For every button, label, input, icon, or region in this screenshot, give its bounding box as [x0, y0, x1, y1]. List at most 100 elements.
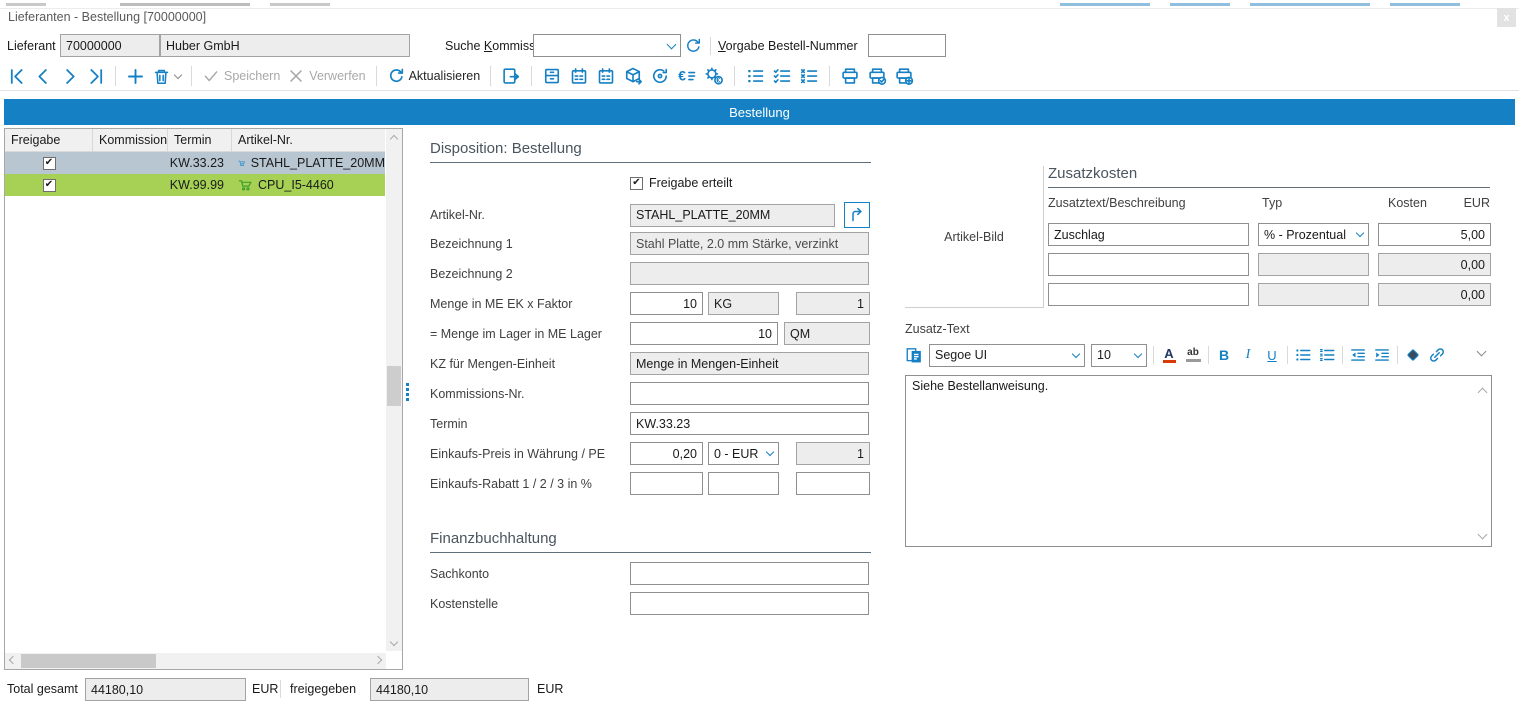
- add-position-button[interactable]: [126, 67, 145, 86]
- kommissions-nr-field[interactable]: [630, 382, 869, 405]
- kosten-field[interactable]: 0,00: [1378, 283, 1491, 306]
- scroll-down-arrow[interactable]: [386, 635, 402, 651]
- kosten-field[interactable]: 5,00: [1378, 223, 1491, 246]
- artikel-box-button[interactable]: [623, 66, 643, 86]
- font-family-select[interactable]: Segoe UI: [929, 344, 1085, 367]
- rabatt2-field[interactable]: [708, 472, 779, 495]
- beschreibung-field[interactable]: [1048, 283, 1249, 306]
- hyperlink-button[interactable]: [1428, 345, 1446, 365]
- waehrung-select[interactable]: 0 - EUR: [708, 442, 779, 465]
- close-icon[interactable]: x: [1497, 8, 1516, 27]
- column-header-artikel[interactable]: Artikel-Nr.: [232, 129, 385, 151]
- kalkulation-button[interactable]: €: [704, 66, 724, 86]
- nav-next-button[interactable]: [60, 67, 79, 86]
- bezeichnung2-field[interactable]: [630, 262, 869, 285]
- chevron-down-icon[interactable]: [174, 70, 182, 78]
- nav-previous-button[interactable]: [34, 67, 53, 86]
- lager-einheit-field[interactable]: QM: [784, 322, 870, 345]
- termin-field[interactable]: KW.33.23: [630, 412, 869, 435]
- underline-button[interactable]: U: [1263, 345, 1281, 365]
- chevron-down-icon[interactable]: [1134, 349, 1142, 357]
- lager-button[interactable]: [542, 66, 562, 86]
- bestellung-export-button[interactable]: [501, 66, 521, 86]
- menge-einheit-field[interactable]: KG: [708, 292, 779, 315]
- vorgabe-bestellnummer-field[interactable]: [868, 34, 946, 57]
- format-fill-button[interactable]: [1404, 345, 1422, 365]
- artikel-nr-field[interactable]: STAHL_PLATTE_20MM: [630, 204, 835, 227]
- freigegeben-field[interactable]: 44180,10: [370, 678, 529, 701]
- typ-select[interactable]: [1258, 253, 1369, 276]
- zusatz-text-editor[interactable]: Siehe Bestellanweisung.: [905, 375, 1492, 547]
- more-options-chevron-icon[interactable]: [1477, 347, 1487, 357]
- menge-faktor-field[interactable]: 1: [796, 292, 870, 315]
- scrollbar-thumb[interactable]: [387, 366, 401, 406]
- delete-position-button[interactable]: [152, 67, 181, 86]
- chevron-down-icon[interactable]: [1072, 349, 1080, 357]
- einkaufspreis-field[interactable]: 0,20: [630, 442, 703, 465]
- suche-kommission-combobox[interactable]: [533, 34, 681, 57]
- freigabe-erteilt-checkbox[interactable]: ✔: [630, 177, 643, 190]
- drucken-button[interactable]: [840, 66, 860, 86]
- nav-last-button[interactable]: [86, 67, 105, 86]
- scrollbar-thumb[interactable]: [21, 654, 156, 668]
- indent-button[interactable]: [1373, 345, 1391, 365]
- freigabe-alle-button[interactable]: [772, 66, 792, 86]
- termin-calendar-button[interactable]: [569, 66, 589, 86]
- speichern-button[interactable]: Speichern: [202, 67, 280, 85]
- positionsliste-button[interactable]: [745, 66, 765, 86]
- freigabe-checkbox[interactable]: ✔: [43, 179, 56, 192]
- chevron-down-icon[interactable]: [766, 448, 774, 456]
- font-size-select[interactable]: 10: [1091, 344, 1147, 367]
- drucken-neu-button[interactable]: [894, 66, 914, 86]
- freigabe-keine-button[interactable]: [799, 66, 819, 86]
- kosten-field[interactable]: 0,00: [1378, 253, 1491, 276]
- beschreibung-field[interactable]: Zuschlag: [1048, 223, 1249, 246]
- termin-calendar2-button[interactable]: [596, 66, 616, 86]
- verwerfen-button[interactable]: Verwerfen: [287, 67, 365, 85]
- scroll-right-arrow[interactable]: [370, 653, 386, 669]
- typ-select[interactable]: % - Prozentual: [1258, 223, 1369, 246]
- font-color-button[interactable]: A: [1160, 345, 1178, 365]
- total-gesamt-field[interactable]: 44180,10: [85, 678, 246, 701]
- outdent-button[interactable]: [1349, 345, 1367, 365]
- typ-select[interactable]: [1258, 283, 1369, 306]
- column-header-freigabe[interactable]: Freigabe: [5, 129, 93, 151]
- menge-lager-field[interactable]: 10: [630, 322, 778, 345]
- lieferant-nr-field[interactable]: 70000000: [60, 34, 160, 57]
- scroll-up-arrow[interactable]: [1478, 388, 1488, 398]
- splitter-handle[interactable]: [406, 383, 409, 401]
- scroll-left-arrow[interactable]: [5, 653, 21, 669]
- artikel-jump-button[interactable]: [844, 202, 870, 228]
- scroll-up-arrow[interactable]: [386, 129, 402, 145]
- chevron-down-icon[interactable]: [1356, 229, 1364, 237]
- scroll-down-arrow[interactable]: [1478, 530, 1488, 540]
- disposition-sync-button[interactable]: [650, 66, 670, 86]
- column-header-kommission[interactable]: Kommission: [93, 129, 168, 151]
- preise-euro-button[interactable]: €: [677, 66, 697, 86]
- beschreibung-field[interactable]: [1048, 253, 1249, 276]
- lieferant-name-field[interactable]: Huber GmbH: [160, 34, 410, 57]
- sachkonto-field[interactable]: [630, 562, 869, 585]
- table-row[interactable]: ✔ KW.33.23 STAHL_PLATTE_20MM: [5, 152, 385, 174]
- horizontal-scrollbar[interactable]: [5, 653, 386, 669]
- bold-button[interactable]: B: [1215, 345, 1233, 365]
- chevron-down-icon[interactable]: [667, 39, 677, 49]
- suche-refresh-button[interactable]: [684, 37, 702, 55]
- bezeichnung1-field[interactable]: Stahl Platte, 2.0 mm Stärke, verzinkt: [630, 232, 869, 255]
- aktualisieren-button[interactable]: Aktualisieren: [387, 67, 481, 85]
- kostenstelle-field[interactable]: [630, 592, 869, 615]
- drucken-freigabe-button[interactable]: [867, 66, 887, 86]
- kz-field[interactable]: Menge in Mengen-Einheit: [630, 352, 869, 375]
- bullet-list-button[interactable]: [1294, 345, 1312, 365]
- italic-button[interactable]: I: [1239, 345, 1257, 365]
- paste-text-button[interactable]: [905, 345, 923, 365]
- nav-first-button[interactable]: [8, 67, 27, 86]
- column-header-termin[interactable]: Termin: [168, 129, 232, 151]
- vertical-scrollbar[interactable]: [386, 129, 402, 651]
- numbered-list-button[interactable]: [1318, 345, 1336, 365]
- menge-field[interactable]: 10: [630, 292, 703, 315]
- highlight-color-button[interactable]: ab: [1184, 345, 1202, 365]
- freigabe-checkbox[interactable]: ✔: [43, 157, 56, 170]
- table-row[interactable]: ✔ KW.99.99 CPU_I5-4460: [5, 174, 385, 196]
- rabatt3-field[interactable]: [796, 472, 870, 495]
